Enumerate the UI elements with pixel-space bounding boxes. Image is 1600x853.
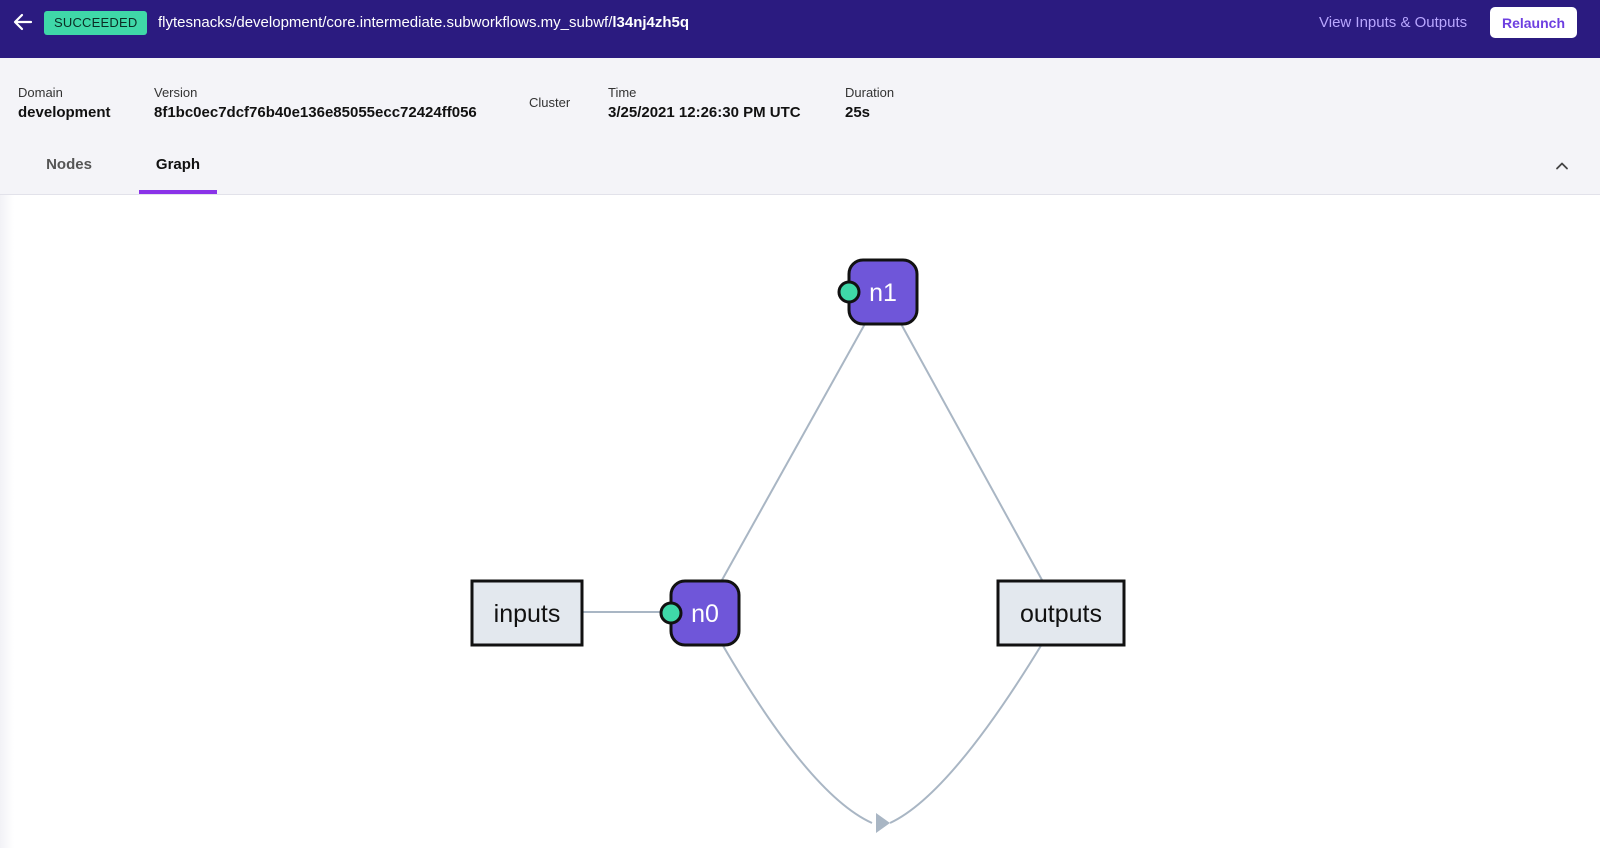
node-n1-label: n1 <box>869 279 897 307</box>
execution-id: l34nj4zh5q <box>612 14 690 31</box>
time-meta: Time 3/25/2021 12:26:30 PM UTC <box>608 85 801 121</box>
back-arrow-icon <box>13 13 33 31</box>
time-value: 3/25/2021 12:26:30 PM UTC <box>608 104 801 121</box>
duration-meta: Duration 25s <box>845 85 894 121</box>
graph-canvas[interactable]: inputs n0 n1 outputs <box>0 195 1600 848</box>
node-n0-status-dot <box>659 601 683 625</box>
edge-n0-n1 <box>721 321 867 581</box>
domain-meta: Domain development <box>18 85 111 121</box>
version-label: Version <box>154 85 198 100</box>
cluster-meta: Cluster <box>529 95 570 110</box>
execution-details-panel: Domain development Version 8f1bc0ec7dcf7… <box>0 58 1600 195</box>
execution-path-prefix: flytesnacks/development/core.intermediat… <box>158 14 613 31</box>
top-bar: SUCCEEDED flytesnacks/development/core.i… <box>0 0 1600 58</box>
end-node-arrow <box>876 813 890 833</box>
status-badge: SUCCEEDED <box>44 11 148 35</box>
view-inputs-outputs-link[interactable]: View Inputs & Outputs <box>1319 14 1467 31</box>
domain-value: development <box>18 104 111 121</box>
version-meta: Version 8f1bc0ec7dcf76b40e136e85055ecc72… <box>154 85 477 121</box>
duration-label: Duration <box>845 85 895 100</box>
node-inputs[interactable]: inputs <box>470 579 584 647</box>
workflow-graph: inputs n0 n1 outputs <box>470 258 1126 833</box>
node-outputs[interactable]: outputs <box>996 579 1126 647</box>
cluster-label: Cluster <box>529 95 571 110</box>
back-button[interactable] <box>10 9 36 35</box>
node-outputs-label: outputs <box>1020 600 1102 628</box>
node-n1-status-dot <box>837 280 861 304</box>
version-value: 8f1bc0ec7dcf76b40e136e85055ecc72424ff056 <box>154 104 477 121</box>
collapse-details-button[interactable] <box>1552 156 1572 176</box>
relaunch-button[interactable]: Relaunch <box>1490 7 1577 38</box>
node-n1[interactable]: n1 <box>837 258 919 326</box>
edge-n1-outputs <box>899 321 1043 581</box>
domain-label: Domain <box>18 85 63 100</box>
chevron-up-icon <box>1556 162 1568 170</box>
duration-value: 25s <box>845 104 871 121</box>
execution-path: flytesnacks/development/core.intermediat… <box>158 14 689 31</box>
time-label: Time <box>608 85 637 100</box>
tab-graph[interactable]: Graph <box>139 156 217 194</box>
node-n0-label: n0 <box>691 600 719 628</box>
node-n0[interactable]: n0 <box>659 579 741 647</box>
node-inputs-label: inputs <box>494 600 561 628</box>
tab-nodes[interactable]: Nodes <box>44 156 94 192</box>
edge-n0-end <box>721 643 873 824</box>
edge-outputs-end <box>889 643 1043 824</box>
